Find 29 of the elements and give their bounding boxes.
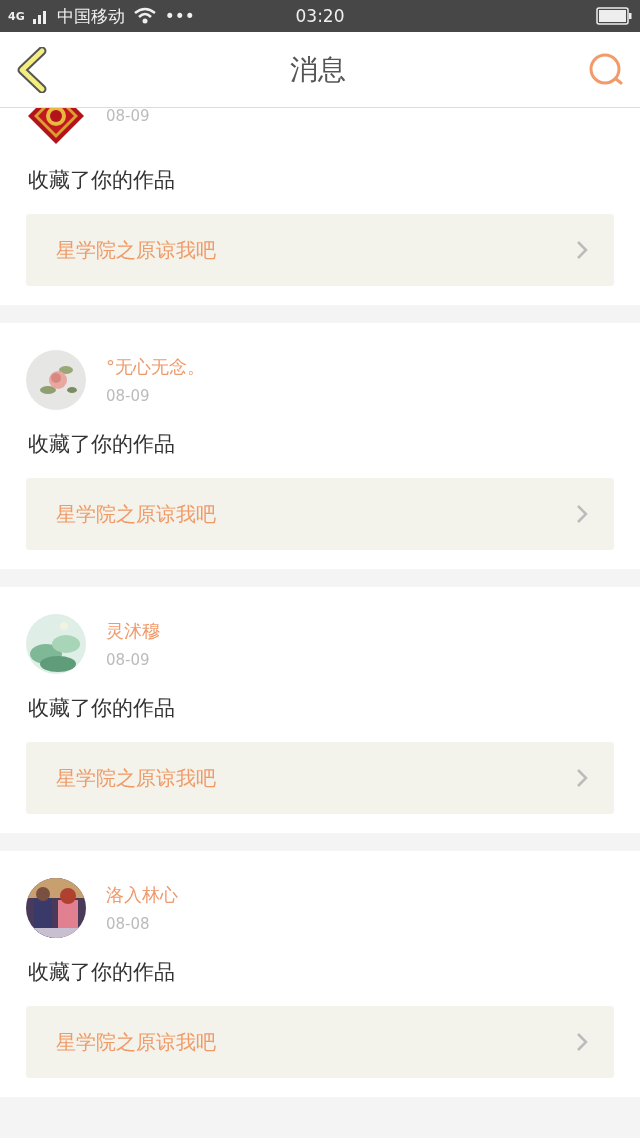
- message-date: 08-08: [106, 915, 151, 933]
- back-button[interactable]: [16, 46, 48, 93]
- user-name[interactable]: 灵沭穆: [106, 619, 160, 643]
- clock: 03:20: [294, 6, 346, 26]
- work-link[interactable]: 星学院之原谅我吧: [26, 478, 614, 550]
- work-link[interactable]: 星学院之原谅我吧: [26, 1006, 614, 1078]
- message-text: 收藏了你的作品: [28, 695, 176, 722]
- battery-icon: [596, 7, 632, 25]
- chevron-left-icon: [16, 46, 48, 93]
- chevron-right-icon: [576, 1032, 588, 1052]
- network-type: 4G: [8, 9, 25, 23]
- user-name[interactable]: °无心无念。: [106, 355, 205, 379]
- more-indicator: •••: [164, 6, 195, 26]
- message-date: 08-09: [106, 108, 150, 125]
- user-name[interactable]: 洛入林心: [106, 883, 178, 907]
- work-link[interactable]: 星学院之原谅我吧: [26, 214, 614, 286]
- message-text: 收藏了你的作品: [28, 167, 176, 194]
- carrier-name: 中国移动: [56, 4, 125, 28]
- wifi-icon: [132, 7, 157, 25]
- message-date: 08-09: [106, 651, 151, 669]
- chevron-right-icon: [576, 504, 588, 524]
- work-link[interactable]: 星学院之原谅我吧: [26, 742, 614, 814]
- signal-icon: [32, 8, 49, 24]
- chevron-right-icon: [576, 240, 588, 260]
- message-text: 收藏了你的作品: [28, 959, 176, 986]
- page-title: 消息: [290, 51, 346, 88]
- message-text: 收藏了你的作品: [28, 431, 176, 458]
- message-date: 08-09: [106, 387, 151, 405]
- chevron-right-icon: [576, 768, 588, 788]
